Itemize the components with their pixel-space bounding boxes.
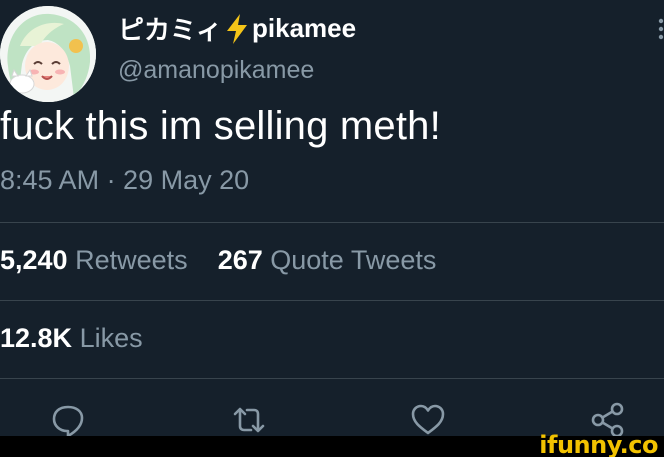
reply-icon[interactable] [50,402,86,438]
heart-icon[interactable] [410,402,446,438]
divider [0,222,664,223]
display-name[interactable]: ピカミィ pikamee [118,10,356,47]
avatar[interactable] [0,6,96,102]
avatar-image [0,6,96,102]
quote-tweets-count: 267 [217,245,263,275]
likes-label: Likes [79,323,143,353]
ifunny-watermark: ifunny.co [539,431,658,457]
display-name-suffix: pikamee [252,13,357,43]
tweet-page: ピカミィ pikamee @amanopikamee fuck this im … [0,0,664,457]
retweets-label: Retweets [75,245,188,275]
more-options-icon[interactable] [658,18,664,44]
tweet-text: fuck this im selling meth! [0,104,441,148]
lightning-icon [224,13,250,45]
retweets-link[interactable]: 5,240 Retweets [0,245,195,275]
quote-tweets-label: Quote Tweets [270,245,437,275]
tweet-timestamp[interactable]: 8:45 AM · 29 May 20 [0,165,249,196]
likes-stats-row: 12.8K Likes [0,323,143,354]
retweets-count: 5,240 [0,245,68,275]
divider [0,378,664,379]
user-handle[interactable]: @amanopikamee [118,56,314,85]
retweet-stats-row: 5,240 Retweets 267 Quote Tweets [0,245,436,276]
likes-count: 12.8K [0,323,73,353]
display-name-prefix: ピカミィ [118,15,223,45]
retweet-icon[interactable] [231,402,267,438]
likes-link[interactable]: 12.8K Likes [0,323,143,353]
divider [0,300,664,301]
quote-tweets-link[interactable]: 267 Quote Tweets [218,245,437,275]
